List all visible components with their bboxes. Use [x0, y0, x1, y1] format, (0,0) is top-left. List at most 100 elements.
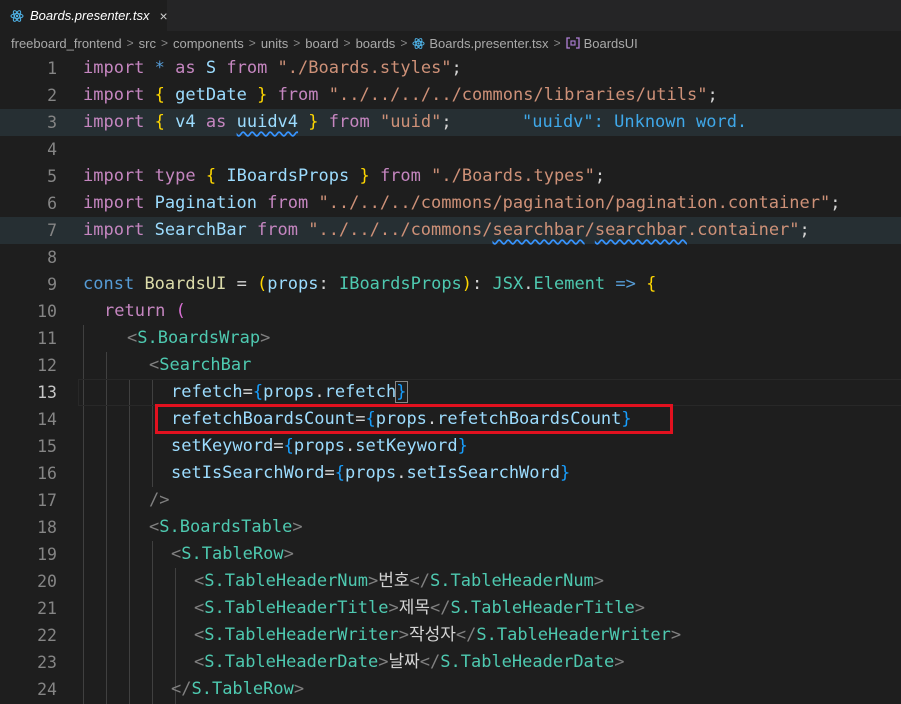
line-code: </S.TableRow> [171, 676, 304, 703]
line-code: <S.BoardsWrap> [127, 325, 270, 352]
diagnostic-message: "uuidv": Unknown word. [522, 112, 748, 132]
code-token: "./Boards.types" [431, 166, 595, 186]
line-number: 8 [47, 248, 57, 267]
breadcrumb-item-boards[interactable]: boards [356, 36, 396, 51]
code-token: ( [175, 301, 186, 321]
line-number: 14 [37, 410, 57, 429]
code-token: . [314, 382, 325, 402]
line-number: 1 [47, 59, 57, 78]
code-token: = [324, 463, 335, 483]
line-number: 7 [47, 221, 57, 240]
code-token: ; [451, 58, 462, 78]
close-icon[interactable]: × [159, 8, 167, 24]
code-token: import [83, 220, 145, 240]
code-token: setIsSearchWord [406, 463, 560, 483]
tab-bar: Boards.presenter.tsx × [0, 0, 901, 32]
code-token: { [646, 274, 657, 294]
code-token: </ [171, 679, 192, 699]
code-token: > [398, 625, 409, 645]
breadcrumb-item-file[interactable]: Boards.presenter.tsx [429, 36, 548, 51]
code-token: as [164, 58, 206, 78]
line-code: return ( [104, 298, 186, 325]
code-token: > [283, 544, 294, 564]
breadcrumb-item-components[interactable]: components [173, 36, 244, 51]
line-number: 21 [37, 599, 57, 618]
code-token: S.BoardsWrap [137, 328, 261, 348]
code-line: 20 <S.TableHeaderNum>번호</S.TableHeaderNu… [0, 568, 901, 595]
code-token: props [345, 463, 397, 483]
code-token: BoardsUI [144, 274, 227, 294]
line-number: 18 [37, 518, 57, 537]
code-token: from [257, 193, 319, 213]
code-token: ; [707, 85, 718, 105]
code-line: 3 import { v4 as uuidv4 } from "uuid"; "… [0, 109, 901, 136]
line-code: import SearchBar from "../../../commons/… [83, 217, 810, 244]
react-icon [412, 37, 425, 50]
code-editor[interactable]: 1 import * as S from "./Boards.styles"; … [0, 55, 901, 704]
code-token: . [345, 436, 356, 456]
line-number: 15 [37, 437, 57, 456]
line-number: 13 [37, 383, 57, 402]
line-number: 17 [37, 491, 57, 510]
code-token: "../../../../commons/libraries/utils" [328, 85, 708, 105]
code-token: < [194, 598, 205, 618]
code-token: props [263, 382, 315, 402]
code-token: from [216, 58, 278, 78]
code-token: = [226, 274, 258, 294]
code-token: uuidv4 [236, 112, 299, 132]
code-line: 1 import * as S from "./Boards.styles"; [0, 55, 901, 82]
code-token: as [205, 112, 227, 132]
line-code: import Pagination from "../../../commons… [83, 190, 840, 217]
code-token: "./Boards.styles" [277, 58, 452, 78]
code-token: Pagination [154, 193, 258, 213]
code-token: { [154, 85, 165, 105]
code-token: S.TableHeaderWriter [204, 625, 399, 645]
chevron-right-icon: > [160, 36, 168, 50]
code-token: </ [409, 571, 431, 591]
code-token: const [83, 274, 135, 294]
code-line: 24 </S.TableRow> [0, 676, 901, 703]
code-token: > [593, 571, 605, 591]
code-line: 6 import Pagination from "../../../commo… [0, 190, 901, 217]
code-token: S.TableHeaderWriter [476, 625, 671, 645]
line-number: 9 [47, 275, 57, 294]
code-token: } [457, 436, 468, 456]
code-token: v4 [164, 112, 206, 132]
line-number: 22 [37, 626, 57, 645]
code-token: </ [430, 598, 451, 618]
breadcrumb-item-src[interactable]: src [139, 36, 156, 51]
code-token: > [293, 679, 305, 699]
line-number: 19 [37, 545, 57, 564]
code-line: 2 import { getDate } from "../../../../c… [0, 82, 901, 109]
breadcrumb-item-board[interactable]: board [305, 36, 338, 51]
symbol-icon [565, 37, 580, 49]
code-token: > [260, 328, 271, 348]
line-number: 23 [37, 653, 57, 672]
code-token: searchbar [492, 220, 585, 240]
code-token: Element [533, 274, 606, 294]
code-line: 10 return ( [0, 298, 901, 325]
breadcrumb: freeboard_frontend > src > components > … [0, 31, 901, 55]
breadcrumb-item-root[interactable]: freeboard_frontend [11, 36, 122, 51]
line-code: <S.TableHeaderWriter>작성자</S.TableHeaderW… [194, 622, 681, 649]
code-token: ; [594, 166, 606, 186]
code-token: > [634, 598, 645, 618]
line-code: <S.BoardsTable> [149, 514, 303, 541]
editor-tab[interactable]: Boards.presenter.tsx × [0, 0, 168, 32]
code-token: S.TableHeaderTitle [204, 598, 389, 618]
code-token: = [273, 436, 284, 456]
breadcrumb-item-symbol[interactable]: BoardsUI [584, 36, 638, 51]
code-line: 5 import type { IBoardsProps } from "./B… [0, 163, 901, 190]
code-token: . [523, 274, 534, 294]
code-token: import [83, 193, 145, 213]
breadcrumb-item-units[interactable]: units [261, 36, 288, 51]
code-token: ; [441, 112, 452, 132]
